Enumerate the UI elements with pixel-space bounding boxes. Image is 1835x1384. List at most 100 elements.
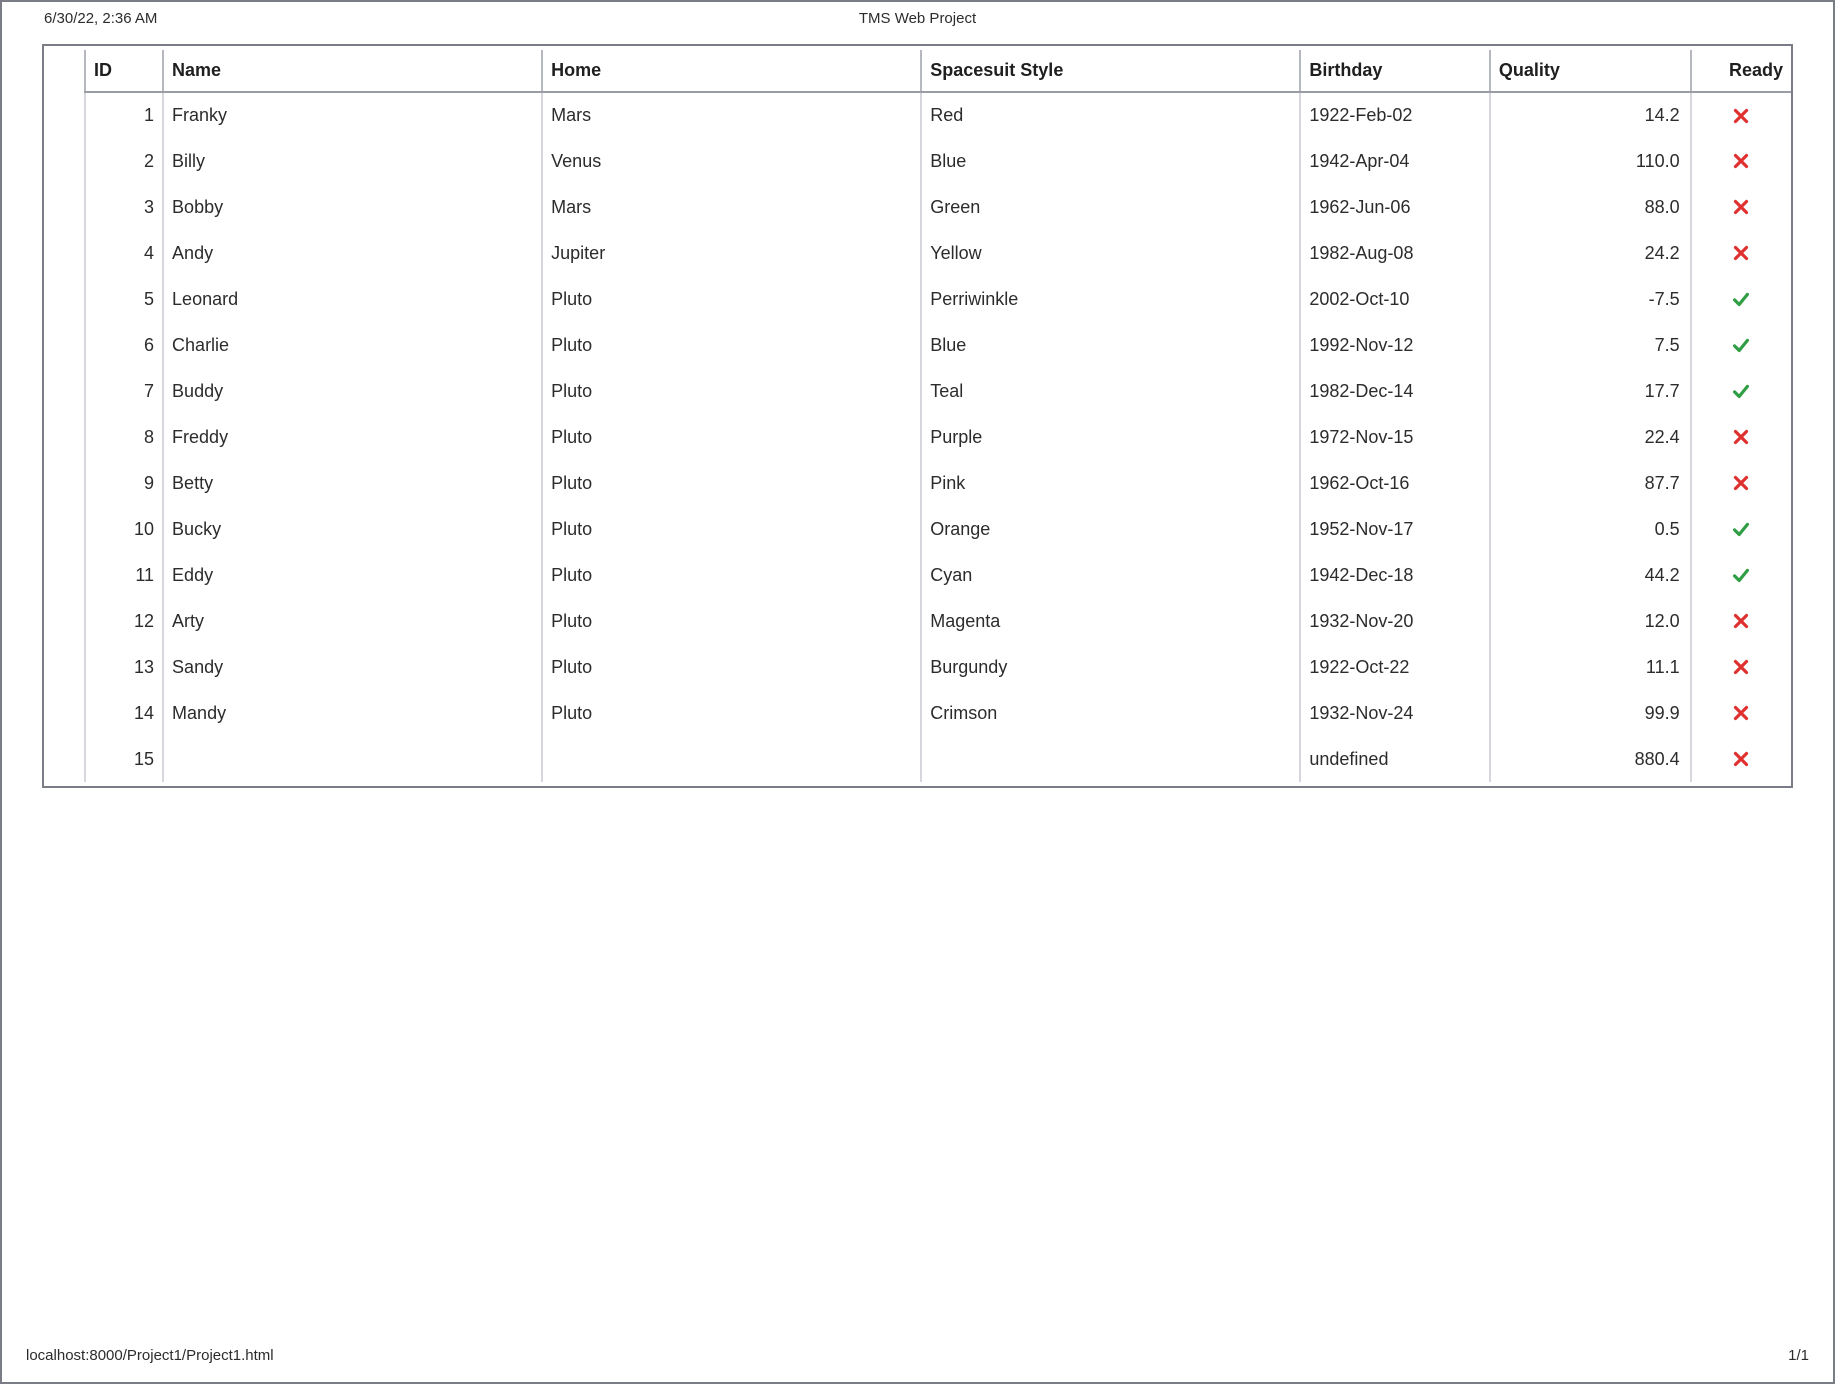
table-row[interactable]: 1FrankyMarsRed1922-Feb-0214.2 xyxy=(85,92,1791,138)
cell-id: 1 xyxy=(85,92,163,138)
cell-birthday: 1932-Nov-20 xyxy=(1300,598,1490,644)
cell-style: Burgundy xyxy=(921,644,1300,690)
cell-name: Eddy xyxy=(163,552,542,598)
cell-id: 9 xyxy=(85,460,163,506)
cell-name: Freddy xyxy=(163,414,542,460)
table-row[interactable]: 7BuddyPlutoTeal1982-Dec-1417.7 xyxy=(85,368,1791,414)
cell-id: 11 xyxy=(85,552,163,598)
cell-ready xyxy=(1691,322,1791,368)
cell-style: Blue xyxy=(921,322,1300,368)
table-row[interactable]: 2BillyVenusBlue1942-Apr-04110.0 xyxy=(85,138,1791,184)
table-row[interactable]: 12ArtyPlutoMagenta1932-Nov-2012.0 xyxy=(85,598,1791,644)
cell-home: Mars xyxy=(542,184,921,230)
cell-birthday: 2002-Oct-10 xyxy=(1300,276,1490,322)
cell-home: Jupiter xyxy=(542,230,921,276)
cell-home xyxy=(542,736,921,782)
cell-home: Pluto xyxy=(542,276,921,322)
col-header-ready[interactable]: Ready xyxy=(1691,50,1791,92)
cell-style: Blue xyxy=(921,138,1300,184)
x-icon xyxy=(1730,610,1752,630)
cell-home: Pluto xyxy=(542,506,921,552)
cell-home: Pluto xyxy=(542,598,921,644)
col-header-birthday[interactable]: Birthday xyxy=(1300,50,1490,92)
cell-birthday: 1962-Oct-16 xyxy=(1300,460,1490,506)
cell-style: Cyan xyxy=(921,552,1300,598)
x-icon xyxy=(1730,196,1752,216)
cell-name: Betty xyxy=(163,460,542,506)
cell-style: Pink xyxy=(921,460,1300,506)
table-row[interactable]: 5LeonardPlutoPerriwinkle2002-Oct-10-7.5 xyxy=(85,276,1791,322)
cell-ready xyxy=(1691,184,1791,230)
cell-id: 14 xyxy=(85,690,163,736)
x-icon xyxy=(1730,702,1752,722)
cell-home: Mars xyxy=(542,92,921,138)
cell-style: Perriwinkle xyxy=(921,276,1300,322)
cell-name: Charlie xyxy=(163,322,542,368)
check-icon xyxy=(1730,288,1752,308)
cell-id: 13 xyxy=(85,644,163,690)
cell-id: 15 xyxy=(85,736,163,782)
print-page: 6/30/22, 2:36 AM TMS Web Project ID Name… xyxy=(0,0,1835,1384)
table-row[interactable]: 15undefined880.4 xyxy=(85,736,1791,782)
table-row[interactable]: 11EddyPlutoCyan1942-Dec-1844.2 xyxy=(85,552,1791,598)
cell-id: 10 xyxy=(85,506,163,552)
table-row[interactable]: 9BettyPlutoPink1962-Oct-1687.7 xyxy=(85,460,1791,506)
cell-quality: 12.0 xyxy=(1490,598,1691,644)
cell-ready xyxy=(1691,736,1791,782)
cell-style: Orange xyxy=(921,506,1300,552)
col-header-style[interactable]: Spacesuit Style xyxy=(921,50,1300,92)
cell-name xyxy=(163,736,542,782)
cell-ready xyxy=(1691,644,1791,690)
cell-quality: 880.4 xyxy=(1490,736,1691,782)
cell-ready xyxy=(1691,138,1791,184)
cell-home: Pluto xyxy=(542,690,921,736)
cell-name: Leonard xyxy=(163,276,542,322)
cell-quality: 24.2 xyxy=(1490,230,1691,276)
cell-home: Pluto xyxy=(542,644,921,690)
cell-ready xyxy=(1691,506,1791,552)
cell-ready xyxy=(1691,414,1791,460)
cell-quality: 7.5 xyxy=(1490,322,1691,368)
cell-home: Pluto xyxy=(542,368,921,414)
cell-quality: 110.0 xyxy=(1490,138,1691,184)
cell-ready xyxy=(1691,92,1791,138)
x-icon xyxy=(1730,150,1752,170)
col-header-home[interactable]: Home xyxy=(542,50,921,92)
table-row[interactable]: 4AndyJupiterYellow1982-Aug-0824.2 xyxy=(85,230,1791,276)
table-row[interactable]: 8FreddyPlutoPurple1972-Nov-1522.4 xyxy=(85,414,1791,460)
cell-name: Mandy xyxy=(163,690,542,736)
table-row[interactable]: 10BuckyPlutoOrange1952-Nov-170.5 xyxy=(85,506,1791,552)
table-row[interactable]: 14MandyPlutoCrimson1932-Nov-2499.9 xyxy=(85,690,1791,736)
cell-id: 12 xyxy=(85,598,163,644)
cell-id: 5 xyxy=(85,276,163,322)
cell-ready xyxy=(1691,690,1791,736)
page-footer: localhost:8000/Project1/Project1.html 1/… xyxy=(22,1347,1813,1366)
cell-home: Pluto xyxy=(542,552,921,598)
col-header-id[interactable]: ID xyxy=(85,50,163,92)
cell-style: Green xyxy=(921,184,1300,230)
table-header-row: ID Name Home Spacesuit Style Birthday Qu… xyxy=(85,50,1791,92)
cell-style: Purple xyxy=(921,414,1300,460)
cell-name: Buddy xyxy=(163,368,542,414)
table-row[interactable]: 13SandyPlutoBurgundy1922-Oct-2211.1 xyxy=(85,644,1791,690)
check-icon xyxy=(1730,334,1752,354)
table-row[interactable]: 6CharliePlutoBlue1992-Nov-127.5 xyxy=(85,322,1791,368)
cell-id: 7 xyxy=(85,368,163,414)
footer-pagination: 1/1 xyxy=(1788,1347,1809,1364)
cell-name: Sandy xyxy=(163,644,542,690)
cell-home: Venus xyxy=(542,138,921,184)
cell-quality: 87.7 xyxy=(1490,460,1691,506)
cell-id: 6 xyxy=(85,322,163,368)
x-icon xyxy=(1730,242,1752,262)
cell-ready xyxy=(1691,230,1791,276)
cell-birthday: 1972-Nov-15 xyxy=(1300,414,1490,460)
cell-id: 3 xyxy=(85,184,163,230)
cell-birthday: 1982-Aug-08 xyxy=(1300,230,1490,276)
cell-style xyxy=(921,736,1300,782)
col-header-name[interactable]: Name xyxy=(163,50,542,92)
x-icon xyxy=(1730,104,1752,124)
table-row[interactable]: 3BobbyMarsGreen1962-Jun-0688.0 xyxy=(85,184,1791,230)
col-header-quality[interactable]: Quality xyxy=(1490,50,1691,92)
x-icon xyxy=(1730,656,1752,676)
cell-birthday: 1922-Oct-22 xyxy=(1300,644,1490,690)
